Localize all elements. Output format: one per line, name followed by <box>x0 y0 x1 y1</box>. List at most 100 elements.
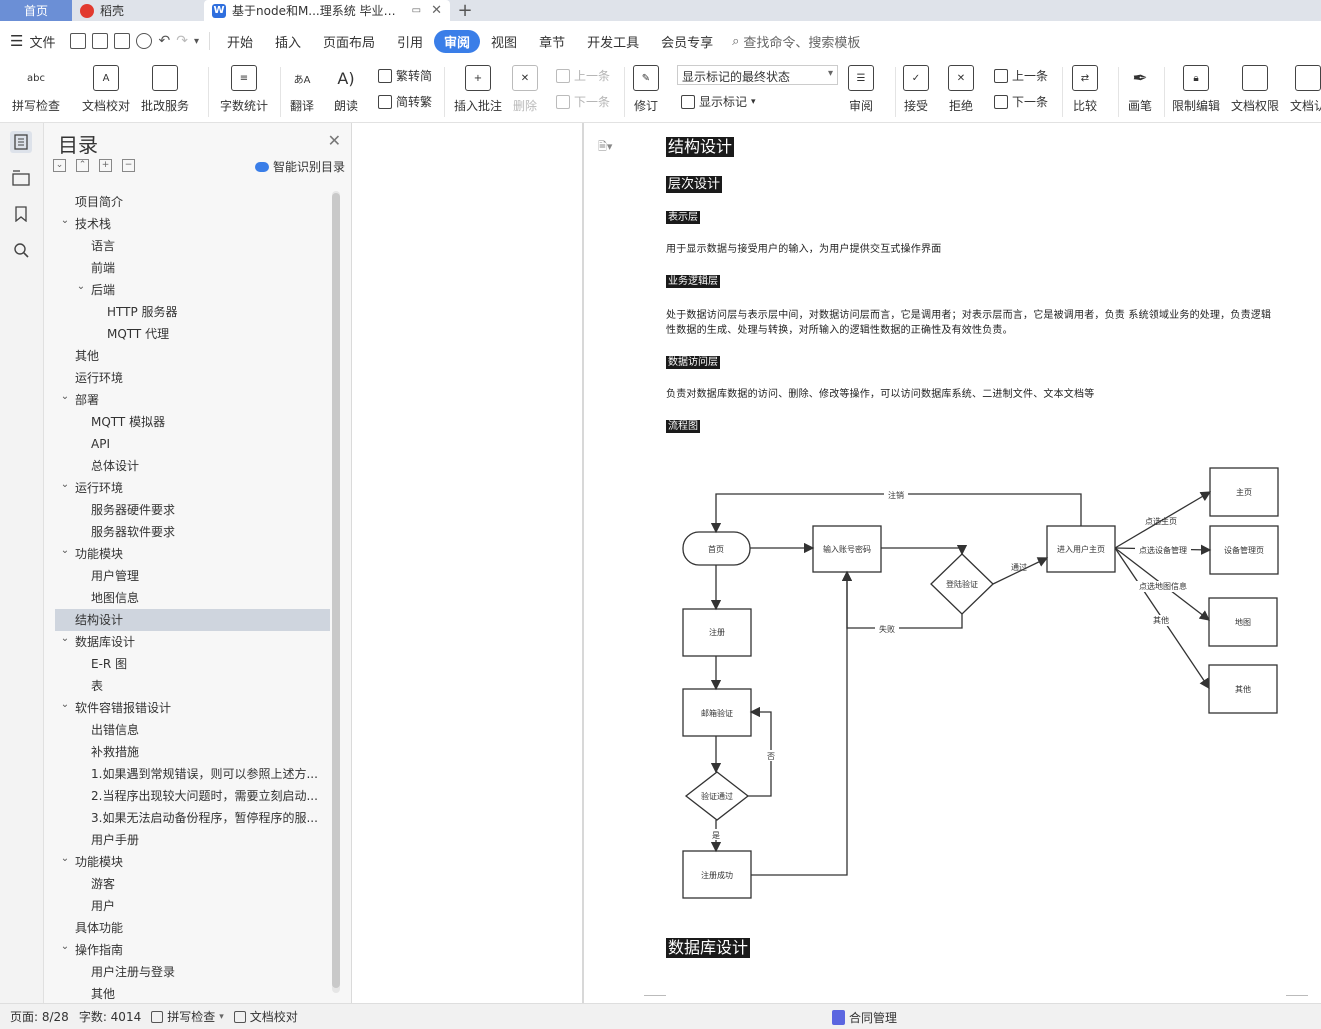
menu-review[interactable]: 审阅 <box>434 29 481 53</box>
page-indicator[interactable]: 页面: 8/28 <box>10 1008 69 1025</box>
chevron-down-icon[interactable]: ⌄ <box>59 389 71 408</box>
chevron-down-icon[interactable]: ⌄ <box>59 697 71 716</box>
toc-item[interactable]: 补救措施 <box>55 741 330 763</box>
toc-item[interactable]: 服务器软件要求 <box>55 521 330 543</box>
chevron-down-icon[interactable]: ⌄ <box>59 939 71 958</box>
chevron-down-icon[interactable]: ⌄ <box>59 213 71 232</box>
print-icon[interactable] <box>114 33 131 49</box>
compare-button[interactable]: ⇄ 比较 <box>1072 65 1098 114</box>
toc-item[interactable]: 出错信息 <box>55 719 330 741</box>
save-icon[interactable] <box>70 33 87 49</box>
show-markup-button[interactable]: 显示标记 ▾ <box>681 93 756 110</box>
remove-icon[interactable]: − <box>122 159 135 172</box>
menu-developer[interactable]: 开发工具 <box>576 32 650 51</box>
chevron-down-icon[interactable]: ⌄ <box>59 631 71 650</box>
trad-to-simp-button[interactable]: 繁转简 <box>378 67 432 84</box>
insert-comment-button[interactable]: + 插入批注 <box>454 65 502 114</box>
next-change-button[interactable]: 下一条 <box>994 93 1048 110</box>
menu-section[interactable]: 章节 <box>528 32 576 51</box>
add-icon[interactable]: + <box>99 159 112 172</box>
export-pdf-icon[interactable] <box>92 33 109 49</box>
word-count-button[interactable]: ≡ 字数统计 <box>220 65 268 114</box>
close-icon[interactable]: ✕ <box>431 3 442 18</box>
toc-nav-icon[interactable] <box>10 131 32 153</box>
toc-item[interactable]: 具体功能 <box>55 917 330 939</box>
chevron-down-icon[interactable]: ⌄ <box>59 477 71 496</box>
chevron-down-icon[interactable]: ⌄ <box>75 279 87 298</box>
toc-item[interactable]: E-R 图 <box>55 653 330 675</box>
reject-button[interactable]: ✕ 拒绝 <box>948 65 974 114</box>
toc-item[interactable]: MQTT 代理 <box>55 323 330 345</box>
document-icon[interactable]: 🗎▾ <box>598 138 612 157</box>
markup-state-select[interactable]: 显示标记的最终状态 <box>677 65 838 85</box>
toc-item[interactable]: 游客 <box>55 873 330 895</box>
expand-icon[interactable]: ⌃ <box>76 159 89 172</box>
translate-button[interactable]: あA 翻译 <box>289 65 315 114</box>
preview-icon[interactable] <box>136 33 153 49</box>
chevron-down-icon[interactable]: ▾ <box>194 36 199 47</box>
bookmark-icon[interactable] <box>10 203 32 225</box>
prev-change-button[interactable]: 上一条 <box>994 67 1048 84</box>
toc-item[interactable]: ⌄ 数据库设计 <box>55 631 330 653</box>
collapse-icon[interactable]: ⌄ <box>53 159 66 172</box>
menu-page-layout[interactable]: 页面布局 <box>312 32 386 51</box>
tab-document[interactable]: W 基于node和M...理系统 毕业论文 ▭ ✕ <box>204 0 450 21</box>
toc-item[interactable]: 用户 <box>55 895 330 917</box>
redo-icon[interactable]: ↷ <box>176 33 188 49</box>
read-aloud-button[interactable]: A) 朗读 <box>333 65 359 114</box>
menu-member[interactable]: 会员专享 <box>650 32 724 51</box>
menu-file[interactable]: 文件 <box>27 32 66 51</box>
toc-item[interactable]: 地图信息 <box>55 587 330 609</box>
review-pane-button[interactable]: ☰ 审阅 <box>848 65 874 114</box>
smart-toc-button[interactable]: 智能识别目录 <box>254 158 345 175</box>
prev-comment-button[interactable]: 上一条 <box>556 67 610 84</box>
chapter-nav-icon[interactable] <box>10 167 32 189</box>
doc-proof-status[interactable]: 文档校对 <box>233 1008 298 1025</box>
toc-item[interactable]: 用户管理 <box>55 565 330 587</box>
toc-item[interactable]: 2.当程序出现较大问题时，需要立刻启动... <box>55 785 330 807</box>
chevron-down-icon[interactable]: ⌄ <box>59 851 71 870</box>
undo-icon[interactable]: ↶ <box>158 33 170 49</box>
menu-reference[interactable]: 引用 <box>386 32 434 51</box>
spell-check-button[interactable]: abc 拼写检查 <box>12 65 60 114</box>
track-changes-button[interactable]: ✎ 修订 <box>633 65 659 114</box>
pen-button[interactable]: ✒ 画笔 <box>1127 65 1153 114</box>
toc-item[interactable]: ⌄ 功能模块 <box>55 851 330 873</box>
toc-item[interactable]: ⌄ 运行环境 <box>55 477 330 499</box>
toc-scrollbar-thumb[interactable] <box>332 193 340 988</box>
revision-service-button[interactable]: 批改服务 <box>141 65 189 114</box>
command-search[interactable]: ⌕ 查找命令、搜索模板 <box>732 32 860 51</box>
spell-check-status[interactable]: 拼写检查 ▾ <box>151 1008 224 1025</box>
toc-item[interactable]: 1.如果遇到常规错误，则可以参照上述方... <box>55 763 330 785</box>
toc-item[interactable]: 项目简介 <box>55 191 330 213</box>
toc-item[interactable]: 总体设计 <box>55 455 330 477</box>
toc-item[interactable]: 前端 <box>55 257 330 279</box>
menu-insert[interactable]: 插入 <box>264 32 312 51</box>
monitor-icon[interactable]: ▭ <box>412 5 421 16</box>
toc-item[interactable]: API <box>55 433 330 455</box>
menu-start[interactable]: 开始 <box>216 32 264 51</box>
tab-home[interactable]: 首页 <box>0 0 72 21</box>
word-count[interactable]: 字数: 4014 <box>79 1008 141 1025</box>
toc-item[interactable]: MQTT 模拟器 <box>55 411 330 433</box>
new-tab-button[interactable]: + <box>450 0 480 21</box>
tab-daoke[interactable]: 稻壳 <box>72 0 198 21</box>
simp-to-trad-button[interactable]: 简转繁 <box>378 93 432 110</box>
chevron-down-icon[interactable]: ⌄ <box>59 543 71 562</box>
toc-item[interactable]: ⌄ 后端 <box>55 279 330 301</box>
toc-item[interactable]: 其他 <box>55 345 330 367</box>
hamburger-icon[interactable]: ☰ <box>10 32 23 50</box>
restrict-edit-button[interactable]: 🔒︎ 限制编辑 <box>1172 65 1220 114</box>
doc-proof-button[interactable]: A 文档校对 <box>82 65 130 114</box>
toc-item[interactable]: 语言 <box>55 235 330 257</box>
toc-item[interactable]: 用户手册 <box>55 829 330 851</box>
toc-item[interactable]: ⌄ 部署 <box>55 389 330 411</box>
toc-item[interactable]: ⌄ 操作指南 <box>55 939 330 961</box>
doc-auth-button[interactable]: 文档认 <box>1290 65 1321 114</box>
toc-item[interactable]: ⌄ 技术栈 <box>55 213 330 235</box>
toc-item[interactable]: 其他 <box>55 983 330 1005</box>
toc-item[interactable]: 运行环境 <box>55 367 330 389</box>
menu-view[interactable]: 视图 <box>480 32 528 51</box>
toc-item[interactable]: ⌄ 软件容错报错设计 <box>55 697 330 719</box>
toc-item[interactable]: 表 <box>55 675 330 697</box>
